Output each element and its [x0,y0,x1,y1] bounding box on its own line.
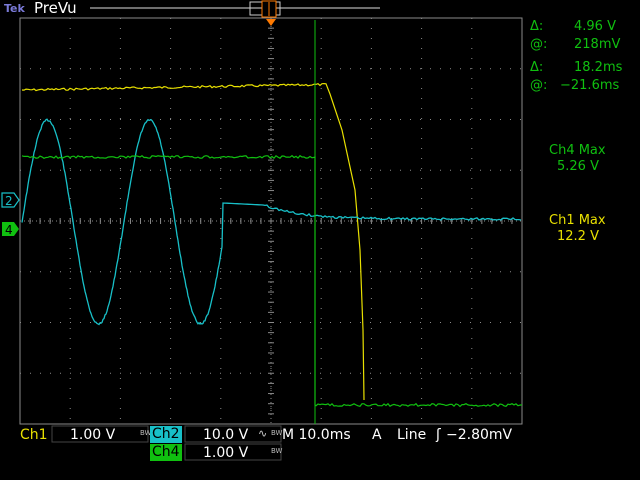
trigger-slope-icon: ʃ [436,427,441,443]
ch2-label[interactable]: Ch2 [150,426,182,443]
ch4-scale[interactable]: 1.00 V [203,445,248,461]
graticule [19,17,523,425]
ch1-scale[interactable]: 1.00 V [70,427,115,443]
trigger-source-label: A [372,427,382,443]
ch1-label[interactable]: Ch1 [20,427,48,443]
ch2-marker-label: 2 [5,194,13,208]
delta-t-symbol: Δ: [530,60,544,75]
ch2-bw-indicator: BW [271,429,283,437]
brand-logo: Tek [4,2,25,15]
at-v-value: 218mV [574,37,621,52]
ch4-max-value: 5.26 V [557,159,599,174]
at-t-value: −21.6ms [560,78,620,93]
ch2-scale[interactable]: 10.0 V [203,427,248,443]
delta-v-value: 4.96 V [574,19,616,34]
timebase[interactable]: M 10.0ms [282,427,351,443]
trigger-source[interactable]: Line [397,427,426,443]
ch1-max-label: Ch1 Max [549,213,606,228]
trigger-level[interactable]: −2.80mV [446,427,512,443]
delta-v-symbol: Δ: [530,19,544,34]
ch2-coupling-icon: ∿ [258,427,268,440]
at-v-symbol: @: [530,37,548,52]
acquisition-mode: PreVu [34,0,77,17]
ch4-label[interactable]: Ch4 [150,444,182,461]
record-view-bar [90,0,380,18]
ch1-max-value: 12.2 V [557,229,599,244]
ch4-bw-indicator: BW [271,447,283,455]
delta-t-value: 18.2ms [574,60,623,75]
ch4-trace [21,154,523,408]
ch4-max-label: Ch4 Max [549,143,606,158]
at-t-symbol: @: [530,78,548,93]
ch1-trace [21,82,365,401]
scope-display: 2 4 [1,0,523,461]
ch4-marker-label: 4 [5,223,13,237]
trigger-position-marker[interactable] [266,19,276,26]
